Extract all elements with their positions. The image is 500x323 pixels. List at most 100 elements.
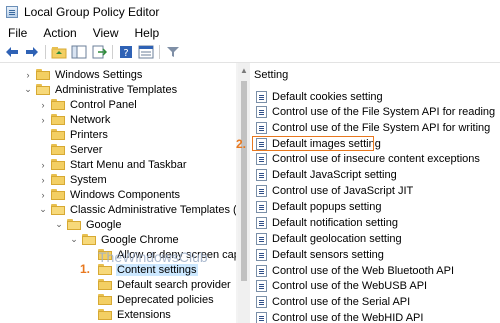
menu-help[interactable]: Help [127, 26, 168, 40]
policy-setting-icon [256, 264, 267, 277]
setting-label: Default JavaScript setting [272, 168, 397, 181]
setting-label: Control use of the Serial API [272, 295, 411, 308]
tree-item-label: Windows Components [70, 188, 181, 201]
export-icon[interactable] [91, 44, 107, 60]
setting-row[interactable]: Default cookies setting [256, 89, 383, 104]
chevron-down-icon[interactable]: ⌄ [69, 234, 79, 245]
toolbar-separator [159, 45, 160, 59]
setting-row[interactable]: Default sensors setting [256, 247, 384, 262]
policy-setting-icon [256, 279, 267, 292]
tree-item-label: Content settings [116, 263, 198, 276]
setting-row[interactable]: Control use of insecure content exceptio… [256, 151, 480, 166]
toolbar-separator [112, 45, 113, 59]
setting-row[interactable]: Control use of the Serial API [256, 294, 410, 309]
policy-setting-icon [256, 152, 267, 165]
setting-label: Control use of the File System API for r… [272, 105, 496, 118]
folder-icon [98, 294, 112, 305]
tree-item-network[interactable]: › Network [38, 112, 111, 127]
policy-setting-icon [256, 311, 267, 323]
tree-item-deprecated-policies[interactable]: Deprecated policies [85, 292, 215, 307]
tree-item-system[interactable]: › System [38, 172, 108, 187]
forward-icon[interactable] [24, 44, 40, 60]
tree-item-label: Server [70, 143, 103, 156]
properties-icon[interactable] [138, 44, 154, 60]
chevron-right-icon[interactable]: › [23, 70, 33, 80]
scroll-up-arrow-icon[interactable]: ▲ [238, 66, 250, 75]
tree-item-google[interactable]: ⌄ Google [54, 217, 122, 232]
setting-row[interactable]: Default JavaScript setting [256, 167, 397, 182]
tree-item-label: Classic Administrative Templates (ADI [70, 203, 236, 216]
tree-item-control-panel[interactable]: › Control Panel [38, 97, 138, 112]
folder-icon [51, 174, 65, 185]
title-bar: Local Group Policy Editor [0, 0, 500, 24]
tree-item-classic-administrative-templates[interactable]: ⌄ Classic Administrative Templates (ADI [38, 202, 236, 217]
tree-item-google-chrome[interactable]: ⌄ Google Chrome [69, 232, 180, 247]
tree-item-label: Control Panel [70, 98, 137, 111]
setting-row[interactable]: Default popups setting [256, 199, 381, 214]
folder-open-icon [36, 84, 50, 95]
tree-item-label: System [70, 173, 107, 186]
chevron-right-icon[interactable]: › [38, 160, 48, 170]
tree-item-extensions[interactable]: Extensions [85, 307, 172, 322]
folder-open-icon [51, 204, 65, 215]
chevron-down-icon[interactable]: ⌄ [54, 219, 64, 230]
tree-item-start-menu-and-taskbar[interactable]: › Start Menu and Taskbar [38, 157, 188, 172]
setting-label: Default notification setting [272, 216, 398, 229]
setting-row[interactable]: Control use of the WebHID API [256, 310, 423, 323]
policy-setting-icon [256, 90, 267, 103]
setting-row[interactable]: Default notification setting [256, 215, 398, 230]
folder-icon [51, 144, 65, 155]
setting-column-header[interactable]: Setting [254, 69, 288, 81]
help-icon[interactable]: ? [118, 44, 134, 60]
tree-item-default-search-provider[interactable]: Default search provider [85, 277, 232, 292]
setting-row[interactable]: Control use of the File System API for r… [256, 104, 495, 119]
policy-tree: › Windows Settings ⌄ Administrative Temp… [0, 63, 236, 323]
menu-file[interactable]: File [0, 26, 35, 40]
tree-item-label: Administrative Templates [55, 83, 178, 96]
setting-row[interactable]: Control use of JavaScript JIT [256, 183, 413, 198]
policy-setting-icon [256, 168, 267, 181]
setting-label: Default geolocation setting [272, 232, 402, 245]
policy-setting-icon [256, 184, 267, 197]
tree-item-printers[interactable]: Printers [38, 127, 109, 142]
folder-icon [51, 159, 65, 170]
tree-scrollbar[interactable]: ▲ [238, 63, 250, 323]
setting-label: Control use of the WebUSB API [272, 279, 428, 292]
folder-open-icon [82, 234, 96, 245]
tree-item-windows-components[interactable]: › Windows Components [38, 187, 181, 202]
menu-view[interactable]: View [85, 26, 127, 40]
setting-row[interactable]: Control use of the WebUSB API [256, 278, 427, 293]
tree-item-administrative-templates[interactable]: ⌄ Administrative Templates [23, 82, 178, 97]
setting-label: Default sensors setting [272, 248, 384, 261]
tree-item-server[interactable]: Server [38, 142, 103, 157]
filter-icon[interactable] [165, 44, 181, 60]
folder-open-icon [67, 219, 81, 230]
tree-item-label: Start Menu and Taskbar [70, 158, 187, 171]
chevron-down-icon[interactable]: ⌄ [23, 84, 33, 95]
setting-row[interactable]: Default geolocation setting [256, 231, 402, 246]
scroll-thumb[interactable] [241, 81, 247, 281]
menu-action[interactable]: Action [35, 26, 84, 40]
setting-row[interactable]: Control use of the File System API for w… [256, 120, 490, 135]
back-icon[interactable] [4, 44, 20, 60]
chevron-down-icon[interactable]: ⌄ [38, 204, 48, 215]
setting-label: Default cookies setting [272, 90, 383, 103]
chevron-right-icon[interactable]: › [38, 115, 48, 125]
policy-setting-icon [256, 200, 267, 213]
tree-item-label: Printers [70, 128, 108, 141]
tree-item-label: Google [86, 218, 122, 231]
tree-item-label: Google Chrome [101, 233, 179, 246]
chevron-right-icon[interactable]: › [38, 190, 48, 200]
setting-label: Default popups setting [272, 200, 382, 213]
setting-label: Control use of the WebHID API [272, 311, 424, 323]
chevron-right-icon[interactable]: › [38, 100, 48, 110]
menu-bar: File Action View Help [0, 24, 500, 42]
setting-label: Control use of the Web Bluetooth API [272, 264, 455, 277]
show-hide-tree-icon[interactable] [71, 44, 87, 60]
settings-pane: Setting Default cookies setting Control … [252, 63, 500, 323]
setting-row[interactable]: Control use of the Web Bluetooth API [256, 263, 454, 278]
chevron-right-icon[interactable]: › [38, 175, 48, 185]
policy-setting-icon [256, 248, 267, 261]
folder-up-icon[interactable] [51, 44, 67, 60]
tree-item-windows-settings[interactable]: › Windows Settings [23, 67, 143, 82]
